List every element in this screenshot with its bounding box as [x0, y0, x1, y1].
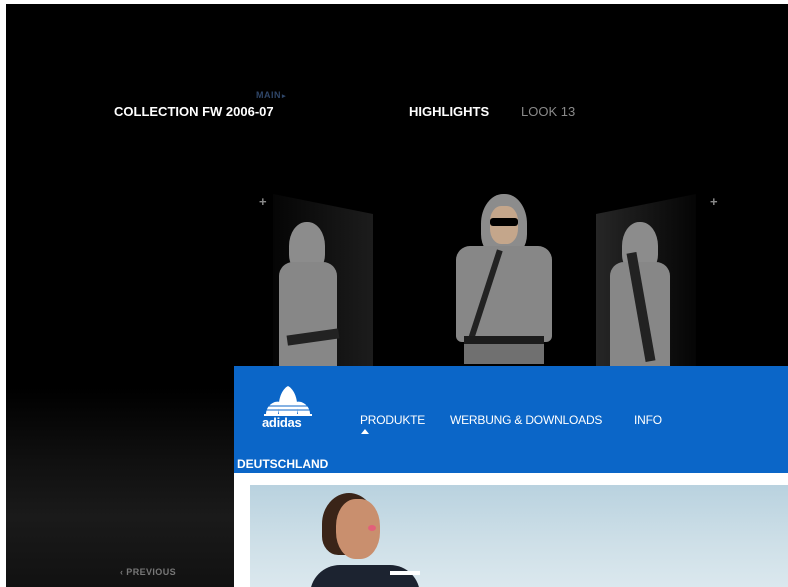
look-label: LOOK 13	[521, 104, 576, 119]
main-caret-icon: ▸	[282, 93, 287, 100]
adidas-window: adidas PRODUKTE WERBUNG & DOWNLOADS INFO…	[234, 366, 788, 587]
hero-photo	[250, 485, 788, 587]
main-label: MAIN	[256, 90, 281, 100]
main-menu-link[interactable]: MAIN▸	[256, 90, 286, 100]
plus-icon[interactable]: +	[710, 194, 718, 209]
previous-link[interactable]: ‹ PREVIOUS	[120, 567, 176, 577]
adidas-wordmark: adidas	[262, 415, 302, 430]
nav-werbung-downloads[interactable]: WERBUNG & DOWNLOADS	[450, 413, 602, 427]
plus-icon[interactable]: +	[259, 194, 267, 209]
nav-info[interactable]: INFO	[634, 413, 662, 427]
nav-produkte[interactable]: PRODUKTE	[360, 413, 425, 427]
adidas-nav-bar: adidas PRODUKTE WERBUNG & DOWNLOADS INFO…	[234, 366, 788, 473]
country-label[interactable]: DEUTSCHLAND	[237, 457, 328, 471]
highlights-link[interactable]: HIGHLIGHTS	[409, 104, 489, 119]
right-view-panel[interactable]	[596, 194, 696, 394]
left-view-panel[interactable]	[273, 194, 373, 394]
nav-caret-icon	[361, 429, 369, 434]
collection-title: COLLECTION FW 2006-07	[114, 104, 274, 119]
